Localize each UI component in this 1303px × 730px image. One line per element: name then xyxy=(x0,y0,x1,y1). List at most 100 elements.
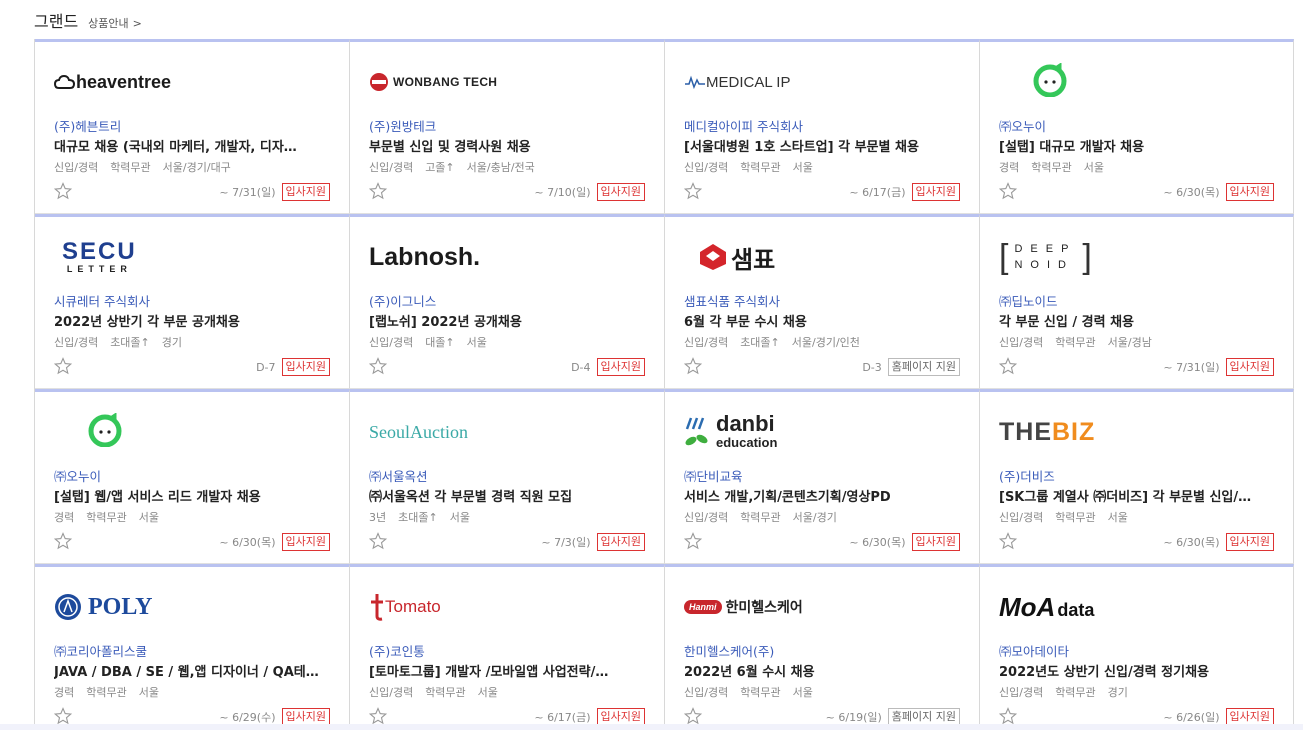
sampyo-logo[interactable]: 샘표 xyxy=(698,240,775,275)
apply-button[interactable]: 입사지원 xyxy=(596,708,645,724)
job-title[interactable]: 부문별 신입 및 경력사원 채용 xyxy=(369,136,645,155)
company-logo[interactable]: heaventree xyxy=(54,62,171,102)
company-name[interactable]: (주)더비즈 xyxy=(999,466,1055,485)
star-icon[interactable] xyxy=(369,532,387,550)
job-card[interactable]: THEBIZ (주)더비즈 [SK그룹 계열사 ㈜더비즈] 각 부문별 신입/…… xyxy=(980,389,1294,564)
product-info-link[interactable]: 상품안내 xyxy=(88,15,128,31)
tomato-logo[interactable]: Tomato xyxy=(369,592,441,622)
job-card[interactable]: Tomato (주)코인통 [토마토그룹] 개발자 /모바일앱 사업전략/… 신… xyxy=(350,564,665,725)
job-card[interactable]: SECU LETTER 시큐레터 주식회사 2022년 상반기 각 부문 공개채… xyxy=(35,214,350,389)
star-icon[interactable] xyxy=(999,532,1017,550)
company-name[interactable]: ㈜모아데이타 xyxy=(999,641,1069,660)
job-title[interactable]: ㈜서울옥션 각 부문별 경력 직원 모집 xyxy=(369,486,645,505)
job-card[interactable]: heaventree (주)헤븐트리 대규모 채용 (국내외 마케터, 개발자,… xyxy=(35,39,350,214)
star-icon[interactable] xyxy=(684,707,702,725)
company-name[interactable]: ㈜딥노이드 xyxy=(999,291,1058,310)
company-logo[interactable]: MoA data xyxy=(999,587,1094,627)
job-card[interactable]: 샘표 샘표식품 주식회사 6월 각 부문 수시 채용 신입/경력 초대졸↑ 서울/경… xyxy=(665,214,980,389)
medical-ip-logo[interactable]: MEDICAL IP xyxy=(684,74,790,91)
company-logo[interactable]: THEBIZ xyxy=(999,412,1095,452)
apply-button[interactable]: 입사지원 xyxy=(911,533,960,551)
danbi-education-logo[interactable]: danbi education xyxy=(684,413,777,451)
company-logo[interactable]: [ DEEP NOID ] xyxy=(999,237,1092,277)
star-icon[interactable] xyxy=(54,707,72,725)
job-title[interactable]: [SK그룹 계열사 ㈜더비즈] 각 부문별 신입/… xyxy=(999,486,1275,505)
star-icon[interactable] xyxy=(54,532,72,550)
company-logo[interactable] xyxy=(999,62,1067,102)
job-title[interactable]: 6월 각 부문 수시 채용 xyxy=(684,311,960,330)
company-logo[interactable]: WONBANG TECH xyxy=(369,62,497,102)
job-card[interactable]: MoA data ㈜모아데이타 2022년도 상반기 신입/경력 정기채용 신입/… xyxy=(980,564,1294,725)
apply-button[interactable]: 입사지원 xyxy=(281,358,330,376)
job-title[interactable]: [토마토그룹] 개발자 /모바일앱 사업전략/… xyxy=(369,661,645,680)
ohnui-logo[interactable] xyxy=(999,62,1067,101)
thebiz-logo[interactable]: THEBIZ xyxy=(999,418,1095,447)
company-logo[interactable]: 샘표 xyxy=(684,237,775,277)
job-title[interactable]: [설탭] 웹/앱 서비스 리드 개발자 채용 xyxy=(54,486,330,505)
job-title[interactable]: JAVA / DBA / SE / 웹,앱 디자이너 / QA테… xyxy=(54,661,330,680)
company-logo[interactable]: MEDICAL IP xyxy=(684,62,790,102)
job-card[interactable]: ㈜오누이 [설탭] 대규모 개발자 채용 경력 학력무관 서울 ~ 6/30(목) … xyxy=(980,39,1294,214)
company-logo[interactable]: danbi education xyxy=(684,412,777,452)
job-card[interactable]: WONBANG TECH (주)원방테크 부문별 신입 및 경력사원 채용 신입… xyxy=(350,39,665,214)
company-name[interactable]: ㈜오누이 xyxy=(54,466,101,485)
star-icon[interactable] xyxy=(684,357,702,375)
company-name[interactable]: 샘표식품 주식회사 xyxy=(684,291,780,310)
company-logo[interactable]: Labnosh. xyxy=(369,237,480,277)
apply-button[interactable]: 입사지원 xyxy=(911,183,960,201)
homepage-apply-button[interactable]: 홈페이지 지원 xyxy=(887,358,960,376)
secu-letter-logo[interactable]: SECU LETTER xyxy=(62,240,137,275)
job-title[interactable]: [랩노쉬] 2022년 공개채용 xyxy=(369,311,645,330)
star-icon[interactable] xyxy=(369,357,387,375)
company-name[interactable]: 메디컬아이피 주식회사 xyxy=(684,116,803,135)
apply-button[interactable]: 입사지원 xyxy=(281,708,330,724)
job-title[interactable]: 서비스 개발,기획/콘텐츠기획/영상PD xyxy=(684,486,960,505)
job-card[interactable]: danbi education ㈜단비교육 서비스 개발,기획/콘텐츠기획/영상P… xyxy=(665,389,980,564)
job-card[interactable]: Labnosh. (주)이그니스 [랩노쉬] 2022년 공개채용 신입/경력 대… xyxy=(350,214,665,389)
job-title[interactable]: 대규모 채용 (국내외 마케터, 개발자, 디자… xyxy=(54,136,330,155)
star-icon[interactable] xyxy=(369,182,387,200)
company-name[interactable]: ㈜서울옥션 xyxy=(369,466,428,485)
company-name[interactable]: 시큐레터 주식회사 xyxy=(54,291,150,310)
star-icon[interactable] xyxy=(684,532,702,550)
company-logo[interactable]: Hanmi 한미헬스케어 xyxy=(684,587,803,627)
job-card[interactable]: ㈜오누이 [설탭] 웹/앱 서비스 리드 개발자 채용 경력 학력무관 서울 ~ 6… xyxy=(35,389,350,564)
job-title[interactable]: [서울대병원 1호 스타트업] 각 부문별 채용 xyxy=(684,136,960,155)
company-logo[interactable]: SeoulAuction xyxy=(369,412,468,452)
job-card[interactable]: SeoulAuction ㈜서울옥션 ㈜서울옥션 각 부문별 경력 직원 모집 … xyxy=(350,389,665,564)
star-icon[interactable] xyxy=(54,182,72,200)
company-name[interactable]: (주)이그니스 xyxy=(369,291,436,310)
labnosh-logo[interactable]: Labnosh. xyxy=(369,243,480,272)
job-title[interactable]: 각 부문 신입 / 경력 채용 xyxy=(999,311,1275,330)
apply-button[interactable]: 입사지원 xyxy=(1225,533,1274,551)
company-name[interactable]: (주)코인통 xyxy=(369,641,425,660)
company-name[interactable]: (주)헤븐트리 xyxy=(54,116,121,135)
moadata-logo[interactable]: MoA data xyxy=(999,592,1094,623)
star-icon[interactable] xyxy=(999,182,1017,200)
job-title[interactable]: [설탭] 대규모 개발자 채용 xyxy=(999,136,1275,155)
apply-button[interactable]: 입사지원 xyxy=(596,358,645,376)
company-name[interactable]: 한미헬스케어(주) xyxy=(684,641,774,660)
star-icon[interactable] xyxy=(999,707,1017,725)
apply-button[interactable]: 입사지원 xyxy=(1225,183,1274,201)
poly-logo[interactable]: POLY xyxy=(54,593,152,621)
company-name[interactable]: ㈜단비교육 xyxy=(684,466,743,485)
company-name[interactable]: (주)원방테크 xyxy=(369,116,436,135)
job-card[interactable]: [ DEEP NOID ] ㈜딥노이드 각 부문 신입 / 경력 채용 신입/경력… xyxy=(980,214,1294,389)
company-logo[interactable]: POLY xyxy=(54,587,152,627)
star-icon[interactable] xyxy=(999,357,1017,375)
company-logo[interactable]: Tomato xyxy=(369,587,441,627)
apply-button[interactable]: 입사지원 xyxy=(281,183,330,201)
wonbang-logo[interactable]: WONBANG TECH xyxy=(369,72,497,92)
job-card[interactable]: MEDICAL IP 메디컬아이피 주식회사 [서울대병원 1호 스타트업] 각… xyxy=(665,39,980,214)
deepnoid-logo[interactable]: [ DEEP NOID ] xyxy=(999,240,1092,274)
job-card[interactable]: POLY ㈜코리아폴리스쿨 JAVA / DBA / SE / 웹,앱 디자이너… xyxy=(35,564,350,725)
apply-button[interactable]: 입사지원 xyxy=(596,183,645,201)
apply-button[interactable]: 입사지원 xyxy=(1225,358,1274,376)
ohnui-logo[interactable] xyxy=(54,412,122,451)
apply-button[interactable]: 입사지원 xyxy=(1225,708,1274,724)
star-icon[interactable] xyxy=(369,707,387,725)
job-title[interactable]: 2022년 상반기 각 부문 공개채용 xyxy=(54,311,330,330)
hanmi-healthcare-logo[interactable]: Hanmi 한미헬스케어 xyxy=(684,597,803,617)
seoul-auction-logo[interactable]: SeoulAuction xyxy=(369,422,468,443)
